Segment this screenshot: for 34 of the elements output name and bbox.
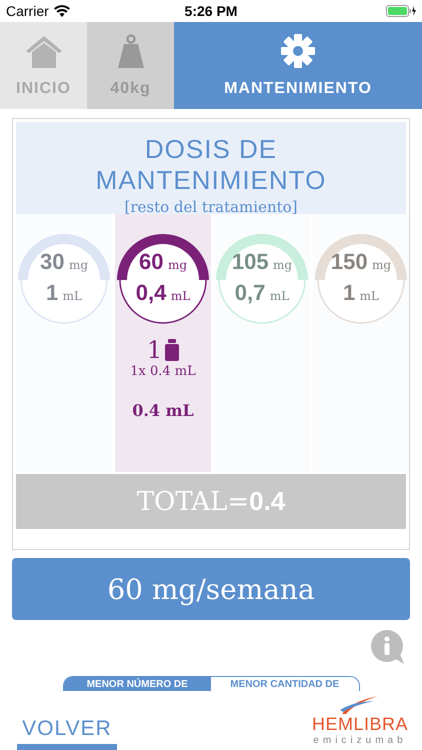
dose-ml: 1 mL: [342, 279, 380, 307]
dose-mg: 60 mg: [138, 248, 188, 276]
dose-ml: 1 mL: [44, 279, 84, 307]
dose-ml: 0,7 mL: [234, 279, 290, 307]
carrier-label: Carrier: [6, 3, 49, 19]
house-icon: [24, 34, 64, 68]
dose-mg: 150 mg: [330, 248, 392, 276]
dose-column[interactable]: 30 mg 1 mL: [16, 214, 112, 472]
card-subtitle: [resto del tratamiento]: [123, 198, 299, 216]
settings-icon: [281, 34, 315, 68]
weight-icon: [116, 34, 144, 68]
dose-column[interactable]: 60 mg 0,4 mL 1 1x 0.4 mL 0.4 mL: [115, 214, 211, 472]
wing-logo-icon: [340, 696, 380, 714]
segment-tab[interactable]: MENOR NÚMERO DE: [64, 677, 211, 691]
battery-icon: [386, 5, 416, 17]
wifi-icon: [54, 5, 70, 17]
back-button[interactable]: VOLVER: [17, 714, 117, 750]
vial-icon: [165, 339, 180, 361]
dose-mg: 30 mg: [39, 248, 89, 276]
dose-button[interactable]: 60 mg/semana: [12, 558, 410, 620]
nav-tab[interactable]: INICIO: [0, 22, 87, 109]
logo-name: HEMLIBRA: [312, 714, 408, 735]
dose-mg: 105 mg: [230, 248, 294, 276]
dose-ml: 0,4 mL: [134, 279, 192, 307]
card-title: DOSIS DE MANTENIMIENTO: [94, 134, 328, 196]
info-icon[interactable]: [370, 630, 406, 664]
clock-time: 5:26 PM: [184, 3, 238, 19]
nav-tab[interactable]: MANTENIMIENTO: [174, 22, 422, 109]
dose-column[interactable]: 150 mg 1 mL: [313, 214, 409, 472]
vial-detail: 1x 0.4 mL: [130, 364, 196, 379]
dose-column[interactable]: 105 mg 0,7 mL: [214, 214, 310, 472]
logo-subtitle: emicizumab: [313, 735, 407, 746]
dose-volume: 0.4 mL: [132, 401, 194, 420]
vial-count: 1: [146, 336, 162, 364]
